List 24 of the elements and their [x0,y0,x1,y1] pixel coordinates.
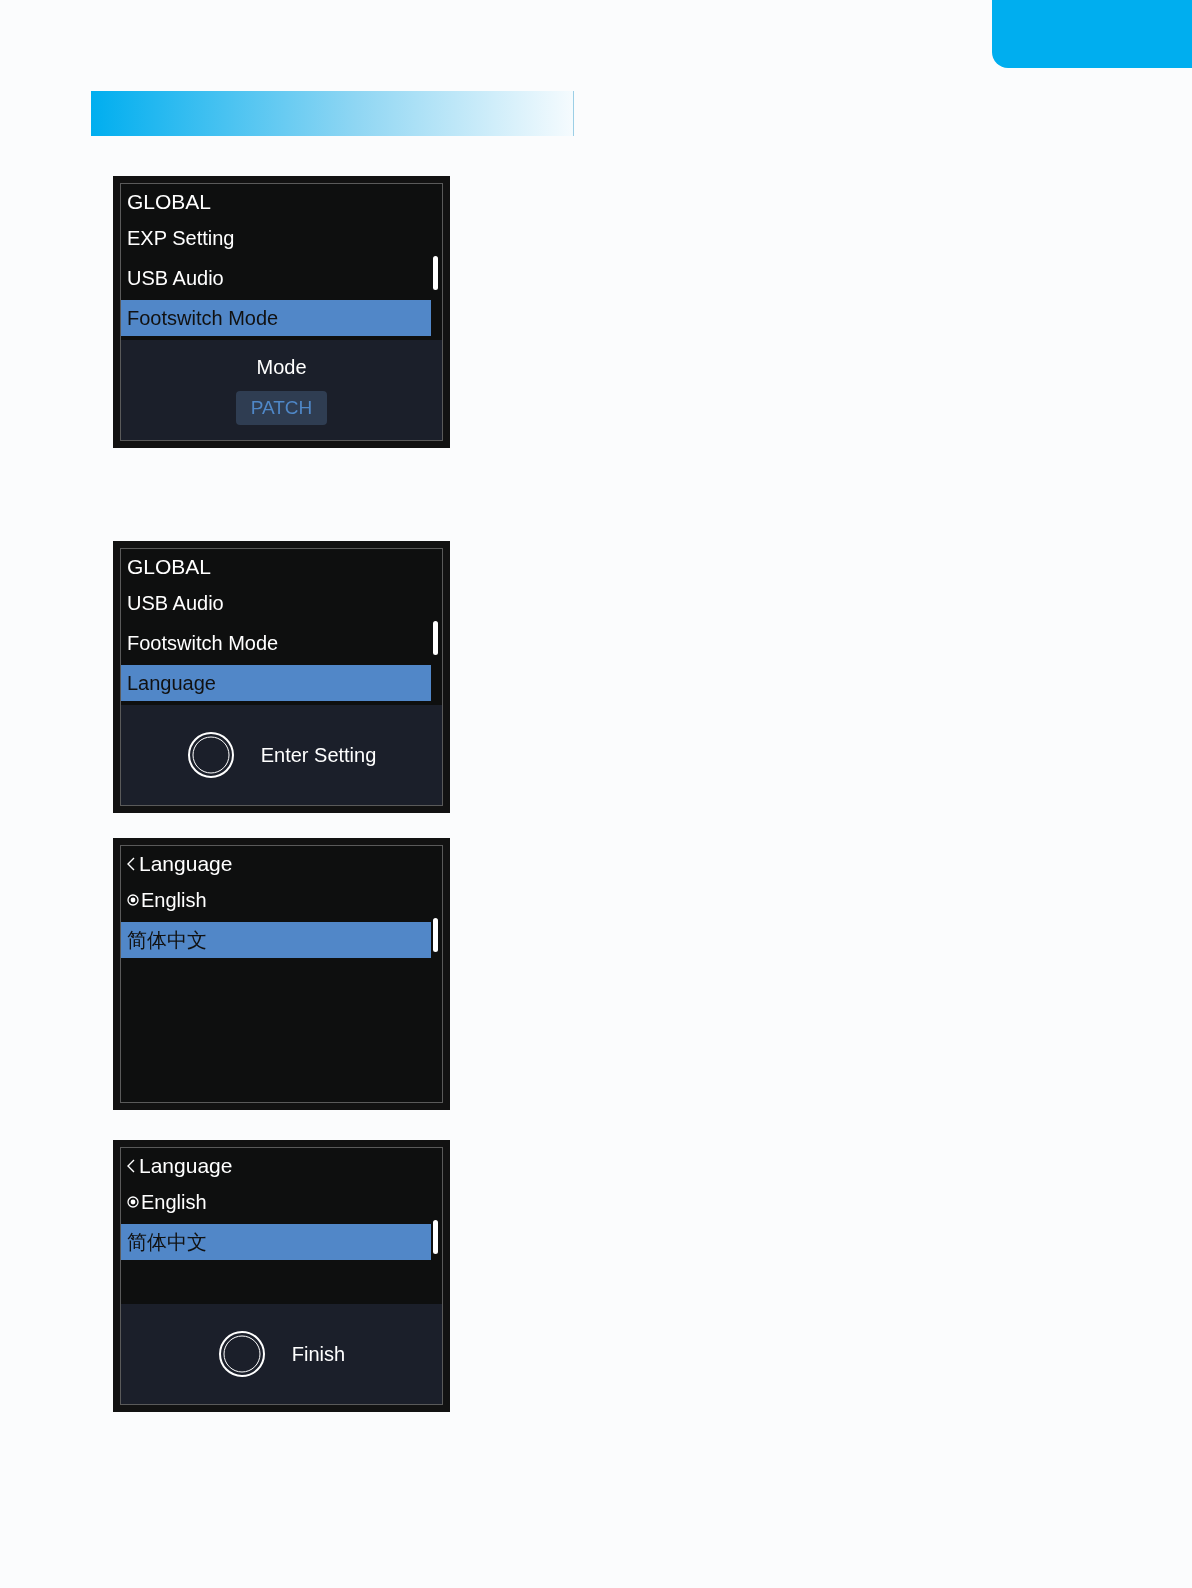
footer-label: Enter Setting [260,743,377,767]
footer-label: Finish [291,1342,346,1366]
screen-title: Language [139,852,233,876]
menu-item[interactable]: Language [121,665,431,701]
scrollbar [433,621,438,655]
menu-item[interactable]: Footswitch Mode [121,625,431,661]
footer-label: Mode [256,355,307,379]
knob-icon [186,731,235,779]
menu-item[interactable]: USB Audio [121,260,431,296]
menu-item[interactable]: USB Audio [121,585,431,621]
menu-item[interactable]: EXP Setting [121,220,431,256]
menu-item[interactable]: English [121,882,431,918]
knob-icon [217,1330,266,1378]
scrollbar [433,918,438,952]
scrollbar [433,256,438,290]
screen-title: Language [139,1154,233,1178]
screen-title: GLOBAL [127,555,212,579]
menu-item[interactable]: Footswitch Mode [121,300,431,336]
value-chip: PATCH [235,390,328,425]
menu-item[interactable]: English [121,1184,431,1220]
menu-item[interactable]: 简体中文 [121,1224,431,1260]
scrollbar [433,1220,438,1254]
screen-title: GLOBAL [127,190,212,214]
menu-item[interactable]: 简体中文 [121,922,431,958]
